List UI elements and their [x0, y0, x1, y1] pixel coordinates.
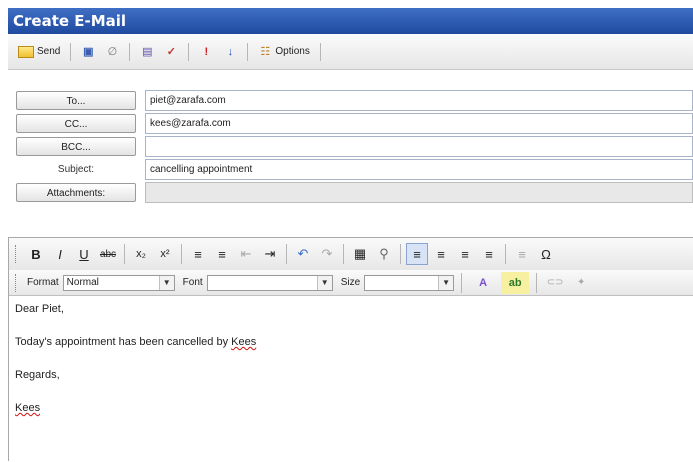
- align-left-button[interactable]: ≡: [406, 243, 428, 265]
- align-center-button[interactable]: ≡: [430, 243, 452, 265]
- special-character-button[interactable]: Ω: [535, 243, 557, 265]
- attach-icon: ∅: [107, 45, 118, 58]
- cc-button[interactable]: CC...: [16, 114, 136, 133]
- size-select[interactable]: ▼: [364, 274, 455, 291]
- toolbar-grip: [15, 273, 19, 292]
- toolbar-separator: [343, 244, 344, 264]
- misspelled-word: Kees: [231, 336, 257, 348]
- message-body[interactable]: Dear Piet, Today's appointment has been …: [9, 296, 693, 462]
- toolbar-separator: [247, 42, 249, 61]
- toolbar-separator: [286, 244, 287, 264]
- background-color-button[interactable]: ab: [501, 271, 530, 294]
- chevron-down-icon[interactable]: ▼: [316, 275, 332, 290]
- maximize-button[interactable]: ✦: [570, 272, 592, 294]
- align-justify-button[interactable]: ≡: [478, 243, 500, 265]
- options-label: Options: [275, 46, 310, 57]
- html-editor: B I U abc x₂ x² ≡ ≡ ⇤ ⇥ ↶ ↷ ▦ ⚲ ≡ ≡ ≡ ≡ …: [8, 237, 693, 462]
- print-icon: ▤: [142, 45, 153, 58]
- bold-button[interactable]: B: [25, 243, 47, 265]
- attachments-button[interactable]: Attachments:: [16, 183, 136, 202]
- body-line: Dear Piet,: [15, 303, 64, 315]
- text-color-button[interactable]: A: [469, 272, 497, 294]
- subject-label: Subject:: [57, 164, 95, 175]
- window-title: Create E-Mail: [8, 8, 693, 34]
- main-toolbar: Send ▣ ∅ ▤ ✓ ! ↓ ☷ Options: [8, 34, 693, 70]
- bcc-row: BCC...: [8, 136, 693, 158]
- italic-button[interactable]: I: [49, 243, 71, 265]
- spellcheck-icon: ✓: [166, 45, 176, 58]
- bcc-field[interactable]: [145, 136, 693, 157]
- high-priority-icon: !: [204, 45, 209, 58]
- font-label: Font: [182, 277, 203, 288]
- redo-button[interactable]: ↷: [316, 243, 338, 265]
- toolbar-separator: [319, 42, 321, 61]
- cc-row: CC... kees@zarafa.com: [8, 113, 693, 135]
- undo-button[interactable]: ↶: [292, 243, 314, 265]
- editor-toolbar-styles: Format Normal ▼ Font ▼ Size ▼ A ab ⊂⊃ ✦: [9, 270, 693, 296]
- bcc-button[interactable]: BCC...: [16, 137, 136, 156]
- to-field[interactable]: piet@zarafa.com: [145, 90, 693, 111]
- options-icon: ☷: [260, 45, 271, 58]
- send-label: Send: [37, 46, 61, 57]
- editor-toolbar-formatting: B I U abc x₂ x² ≡ ≡ ⇤ ⇥ ↶ ↷ ▦ ⚲ ≡ ≡ ≡ ≡ …: [9, 238, 693, 270]
- chevron-down-icon[interactable]: ▼: [438, 275, 454, 290]
- body-text-segment: Today's appointment has been cancelled b…: [15, 336, 232, 348]
- options-button[interactable]: ☷ Options: [254, 43, 313, 61]
- insert-link-button[interactable]: ⚲: [373, 243, 395, 265]
- send-button[interactable]: Send: [14, 44, 64, 60]
- toolbar-separator: [188, 42, 190, 61]
- horizontal-rule-button[interactable]: ≡: [511, 243, 533, 265]
- format-select-value: Normal: [66, 277, 99, 288]
- low-priority-icon: ↓: [227, 45, 234, 58]
- toolbar-separator: [505, 244, 506, 264]
- toolbar-separator: [461, 272, 463, 293]
- print-button[interactable]: ▤: [136, 43, 158, 61]
- to-button[interactable]: To...: [16, 91, 136, 110]
- chevron-down-icon[interactable]: ▼: [158, 275, 174, 290]
- subject-row: Subject: cancelling appointment: [8, 159, 693, 181]
- misspelled-word: Kees: [15, 402, 41, 414]
- envelope-icon: [18, 45, 34, 58]
- indent-button[interactable]: ⇥: [259, 243, 281, 265]
- toolbar-separator: [181, 244, 182, 264]
- toolbar-separator: [70, 42, 72, 61]
- format-label: Format: [27, 277, 59, 288]
- body-line: Regards,: [15, 369, 60, 381]
- source-button[interactable]: ⊂⊃: [544, 272, 566, 294]
- align-right-button[interactable]: ≡: [454, 243, 476, 265]
- toolbar-grip: [15, 245, 19, 263]
- toolbar-separator: [129, 42, 131, 61]
- outdent-button[interactable]: ⇤: [235, 243, 257, 265]
- subject-field[interactable]: cancelling appointment: [145, 159, 693, 180]
- body-line: Kees: [15, 401, 687, 415]
- strikethrough-button[interactable]: abc: [97, 243, 119, 265]
- spellcheck-button[interactable]: ✓: [160, 43, 182, 61]
- superscript-button[interactable]: x²: [154, 243, 176, 265]
- attachments-row: Attachments:: [8, 182, 693, 204]
- body-line: Today's appointment has been cancelled b…: [15, 335, 687, 349]
- size-label: Size: [340, 277, 361, 288]
- cc-field[interactable]: kees@zarafa.com: [145, 113, 693, 134]
- font-select[interactable]: ▼: [206, 274, 333, 291]
- high-priority-button[interactable]: !: [195, 43, 217, 61]
- save-button[interactable]: ▣: [77, 43, 99, 61]
- toolbar-separator: [536, 272, 538, 293]
- toolbar-separator: [124, 244, 125, 264]
- insert-table-button[interactable]: ▦: [349, 243, 371, 265]
- attachments-field: [145, 182, 693, 203]
- subscript-button[interactable]: x₂: [130, 243, 152, 265]
- unordered-list-button[interactable]: ≡: [211, 243, 233, 265]
- format-select[interactable]: Normal ▼: [62, 274, 175, 291]
- to-row: To... piet@zarafa.com: [8, 90, 693, 112]
- toolbar-separator: [400, 244, 401, 264]
- underline-button[interactable]: U: [73, 243, 95, 265]
- low-priority-button[interactable]: ↓: [219, 43, 241, 61]
- save-icon: ▣: [83, 45, 94, 58]
- attach-button[interactable]: ∅: [101, 43, 123, 61]
- ordered-list-button[interactable]: ≡: [187, 243, 209, 265]
